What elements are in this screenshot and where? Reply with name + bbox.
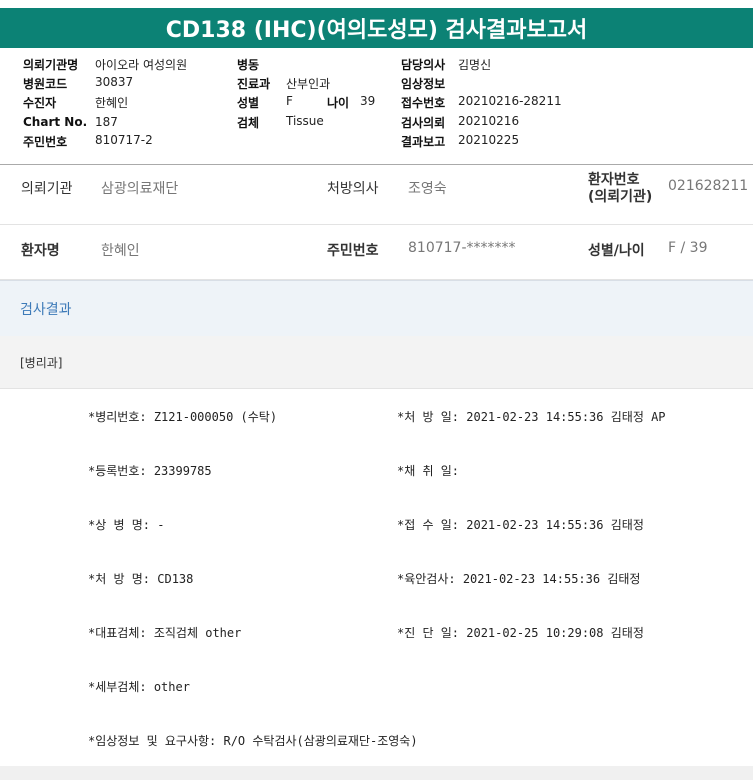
info-value-name: 한혜인 xyxy=(101,243,140,259)
result-row: *대표검체: 조직검체 other *진 단 일: 2021-02-25 10:… xyxy=(0,605,753,660)
report-title: CD138 (IHC)(여의도성모) 검사결과보고서 xyxy=(165,18,588,43)
header-value-patient: 한혜인 xyxy=(95,96,129,110)
result-row: *처 방 명: CD138 *육안검사: 2021-02-23 14:55:36… xyxy=(0,551,753,606)
info-label-org: 의뢰기관 xyxy=(21,181,73,197)
header-label-receipt: 접수번호 xyxy=(401,96,446,110)
result-right: *처 방 일: 2021-02-23 14:55:36 김태정 AP xyxy=(397,410,666,424)
result-row: *임상정보 및 요구사항: R/O 수탁검사(삼광의료재단-조영숙) xyxy=(0,713,753,768)
header-label-request: 검사의뢰 xyxy=(401,116,446,130)
report-title-bar: CD138 (IHC)(여의도성모) 검사결과보고서 xyxy=(0,8,753,48)
header-value-dept: 산부인과 xyxy=(286,77,331,91)
result-row: *세부검체: other xyxy=(0,659,753,714)
info-value-pid: 021628211 xyxy=(668,178,749,194)
info-row-patient: 환자명 한혜인 주민번호 810717-******* 성별/나이 F / 39 xyxy=(0,225,753,280)
result-left: *처 방 명: CD138 xyxy=(88,572,194,586)
header-label-ssn: 주민번호 xyxy=(23,135,68,149)
result-left: *병리번호: Z121-000050 (수탁) xyxy=(88,410,278,424)
info-value-org: 삼광의료재단 xyxy=(101,181,179,197)
info-label-name: 환자명 xyxy=(21,243,60,259)
result-row: *등록번호: 23399785 *채 취 일: xyxy=(0,443,753,498)
result-row: *병리번호: Z121-000050 (수탁) *처 방 일: 2021-02-… xyxy=(0,389,753,444)
result-left: *상 병 명: - xyxy=(88,518,165,532)
header-label-patient: 수진자 xyxy=(23,96,57,110)
header-label-doctor: 담당의사 xyxy=(401,58,446,72)
header-label-report: 결과보고 xyxy=(401,135,446,149)
header-label-ward: 병동 xyxy=(237,58,260,72)
header-value-sex: F xyxy=(286,94,293,108)
footer-bar xyxy=(0,766,753,780)
result-right: *접 수 일: 2021-02-23 14:55:36 김태정 xyxy=(397,518,644,532)
header-value-request: 20210216 xyxy=(458,114,520,128)
header-value-age: 39 xyxy=(360,94,376,108)
result-left: *등록번호: 23399785 xyxy=(88,464,212,478)
header-label-clinical: 임상정보 xyxy=(401,77,446,91)
info-value-sexage: F / 39 xyxy=(668,240,708,256)
info-label-sexage: 성별/나이 xyxy=(588,243,645,259)
info-label-ssn: 주민번호 xyxy=(327,243,379,259)
header-value-ssn: 810717-2 xyxy=(95,133,153,147)
header-value-doctor: 김명신 xyxy=(458,58,492,72)
header-label-age: 나이 xyxy=(327,96,350,110)
header-label-specimen: 검체 xyxy=(237,116,260,130)
info-value-ssn: 810717-******* xyxy=(408,240,516,256)
header-label-chart: Chart No. xyxy=(23,115,88,129)
info-value-doctor: 조영숙 xyxy=(408,181,447,197)
header-label-dept: 진료과 xyxy=(237,77,271,91)
result-right: *채 취 일: xyxy=(397,464,460,478)
pathology-subheader: [병리과] xyxy=(0,336,753,389)
result-right: *진 단 일: 2021-02-25 10:29:08 김태정 xyxy=(397,626,644,640)
header-value-specimen: Tissue xyxy=(286,114,324,128)
header-label-hospcode: 병원코드 xyxy=(23,77,68,91)
result-left: *임상정보 및 요구사항: R/O 수탁검사(삼광의료재단-조영숙) xyxy=(88,734,418,748)
result-right: *육안검사: 2021-02-23 14:55:36 김태정 xyxy=(397,572,641,586)
result-left: *세부검체: other xyxy=(88,680,190,694)
header-label-sex: 성별 xyxy=(237,96,260,110)
info-row-org: 의뢰기관 삼광의료재단 처방의사 조영숙 환자번호 (의뢰기관) 0216282… xyxy=(0,166,753,225)
header-value-report: 20210225 xyxy=(458,133,520,147)
header-label-org: 의뢰기관명 xyxy=(23,58,79,72)
info-label-doctor: 처방의사 xyxy=(327,181,379,197)
result-section-header: 검사결과 xyxy=(0,280,753,337)
patient-info-table: 의뢰기관 삼광의료재단 처방의사 조영숙 환자번호 (의뢰기관) 0216282… xyxy=(0,166,753,280)
header-value-chart: 187 xyxy=(95,115,118,129)
header-value-org: 아이오라 여성의원 xyxy=(95,58,188,72)
result-section-title: 검사결과 xyxy=(20,302,72,318)
pathology-subheader-label: [병리과] xyxy=(20,356,63,370)
result-row: *상 병 명: - *접 수 일: 2021-02-23 14:55:36 김태… xyxy=(0,497,753,552)
header-value-receipt: 20210216-28211 xyxy=(458,94,562,108)
report-header: 의뢰기관명 아이오라 여성의원 병원코드 30837 수진자 한혜인 Chart… xyxy=(0,52,753,165)
header-value-hospcode: 30837 xyxy=(95,75,134,89)
info-label-pid-2: (의뢰기관) xyxy=(588,189,653,205)
result-left: *대표검체: 조직검체 other xyxy=(88,626,242,640)
